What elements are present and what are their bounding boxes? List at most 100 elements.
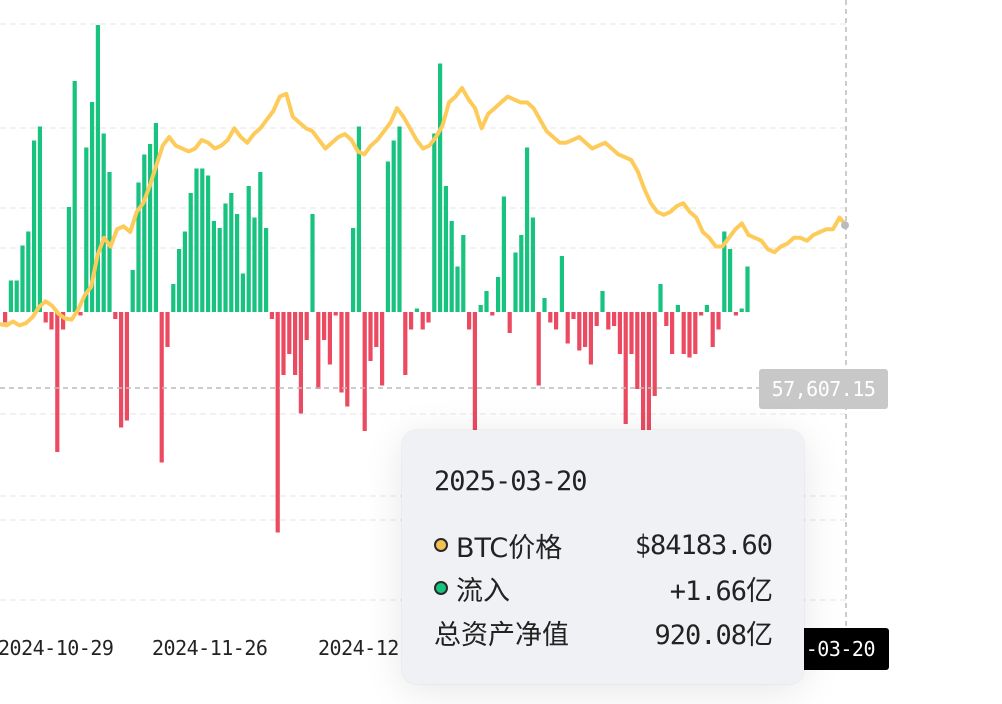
flow-bar <box>374 312 379 347</box>
tooltip-nav-label: 总资产净值 <box>434 619 569 651</box>
flow-bar <box>264 228 269 312</box>
flow-bar <box>472 312 477 431</box>
flow-bar <box>664 312 669 326</box>
flow-bar <box>449 221 454 312</box>
flow-bar <box>246 186 251 312</box>
flow-bar <box>119 312 124 428</box>
tooltip-btc-label: BTC价格 <box>456 532 563 564</box>
flow-bar <box>484 291 489 312</box>
flow-bar <box>612 312 617 326</box>
flow-bar <box>536 312 541 386</box>
tooltip-row-nav: 总资产净值 920.08亿 <box>434 612 773 652</box>
flow-bar <box>467 312 472 330</box>
flow-bar <box>194 168 199 312</box>
flow-bar <box>699 312 704 316</box>
flow-bar <box>20 245 25 312</box>
flow-bar <box>66 207 71 312</box>
flow-bar <box>229 193 234 312</box>
flow-bar <box>171 284 176 312</box>
flow-bar <box>269 312 274 319</box>
flow-bar <box>182 231 187 312</box>
flow-bar <box>478 305 483 312</box>
flow-bar <box>345 312 350 407</box>
flow-bar <box>635 312 640 389</box>
tooltip-row-btc: BTC价格 $84183.60 <box>434 525 773 565</box>
flow-bar <box>200 168 205 312</box>
flow-bar <box>432 133 437 312</box>
flow-bar <box>124 312 129 421</box>
flow-bar <box>745 266 750 312</box>
tooltip-inflow-label: 流入 <box>456 575 510 607</box>
flow-bar <box>148 144 153 312</box>
flow-bar <box>26 231 31 312</box>
flow-bar <box>316 312 321 389</box>
flow-bar <box>501 196 506 312</box>
flow-bar <box>461 235 466 312</box>
flow-bar <box>113 312 118 319</box>
flow-bar <box>223 203 228 312</box>
x-axis-tick-1: 2024-10-29 <box>0 636 114 660</box>
flow-bar <box>8 280 13 312</box>
flow-bar <box>675 305 680 312</box>
flow-bar <box>165 312 170 347</box>
flow-bar <box>600 291 605 312</box>
flow-bar <box>693 312 698 354</box>
flow-bar <box>739 308 744 312</box>
flow-bar <box>670 312 675 354</box>
flow-bar <box>397 126 402 312</box>
tooltip-date: 2025-03-20 <box>434 466 588 497</box>
flow-bar <box>617 312 622 354</box>
flow-bar <box>606 312 611 330</box>
flow-bar <box>188 193 193 312</box>
flow-bar <box>130 270 135 312</box>
flow-bar <box>728 249 733 312</box>
flow-bar <box>153 123 158 312</box>
flow-bar <box>206 175 211 312</box>
tooltip-btc-value: $84183.60 <box>634 529 773 561</box>
flow-bar <box>629 312 634 354</box>
btc-legend-dot-icon <box>434 538 448 552</box>
flow-bar <box>513 252 518 312</box>
flow-bar <box>258 172 263 312</box>
flow-bar <box>733 312 738 316</box>
flow-bar <box>681 312 686 354</box>
flow-bar <box>72 81 77 312</box>
data-tooltip: 2025-03-20 BTC价格 $84183.60 流入 +1.66亿 总资产… <box>402 430 804 684</box>
flow-bar <box>43 312 48 323</box>
flow-bar <box>211 221 216 312</box>
flow-bar <box>658 284 663 312</box>
flow-bar <box>281 312 286 375</box>
flow-bar <box>333 312 338 316</box>
flow-bar <box>525 147 530 312</box>
flow-bar <box>136 182 141 312</box>
flow-bar <box>391 140 396 312</box>
flow-bar <box>490 312 495 316</box>
crosshair-y-label: 57,607.15 <box>759 369 888 409</box>
flow-bar <box>298 312 303 414</box>
flow-bar <box>32 140 37 312</box>
tooltip-row-inflow: 流入 +1.66亿 <box>434 568 773 608</box>
flow-bar <box>362 312 367 431</box>
price-end-marker <box>841 221 849 230</box>
crosshair-x-label: -03-20 <box>796 628 889 670</box>
x-axis-tick-3: 2024-12 <box>318 636 399 660</box>
flow-bar <box>217 228 222 312</box>
tooltip-nav-value: 920.08亿 <box>654 619 773 651</box>
flow-bar <box>101 133 106 312</box>
flow-bar <box>438 63 443 312</box>
flow-bar <box>252 217 257 312</box>
x-axis-tick-2: 2024-11-26 <box>152 636 268 660</box>
flow-bar <box>652 312 657 396</box>
flow-bar <box>443 186 448 312</box>
flow-bar <box>571 312 576 319</box>
flow-bar <box>583 312 588 347</box>
flow-bar <box>310 214 315 312</box>
flow-bar <box>542 298 547 312</box>
flow-bar <box>420 312 425 330</box>
flow-bar <box>339 312 344 393</box>
btc-price-line <box>0 86 848 328</box>
flow-bar <box>368 312 373 361</box>
flow-bar <box>530 217 535 312</box>
flow-bar <box>548 312 553 323</box>
flow-bar <box>577 312 582 351</box>
